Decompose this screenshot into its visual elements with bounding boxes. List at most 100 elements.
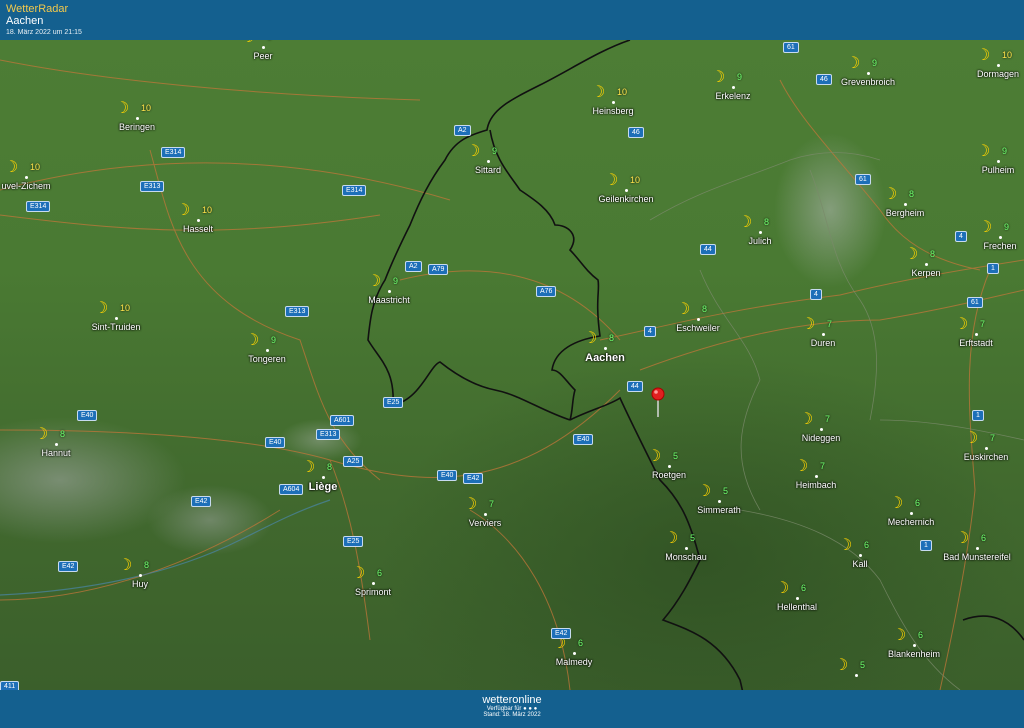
road-shield: E314 xyxy=(342,185,367,196)
city-label[interactable]: Maastricht xyxy=(368,295,410,305)
city-dot xyxy=(697,318,700,321)
city-label[interactable]: Tongeren xyxy=(248,354,286,364)
road-shield: A25 xyxy=(343,456,364,467)
city-label[interactable]: Huy xyxy=(132,579,148,589)
city-label[interactable]: Kerpen xyxy=(911,268,940,278)
road-shield: E313 xyxy=(140,181,165,192)
temperature-label: 8 xyxy=(930,249,936,259)
city-label[interactable]: Mechernich xyxy=(888,517,935,527)
city-dot xyxy=(136,117,139,120)
city-label[interactable]: Duren xyxy=(811,338,836,348)
moon-icon: ☽ xyxy=(583,330,598,347)
city-dot xyxy=(999,236,1002,239)
temperature-label: 6 xyxy=(578,638,584,648)
moon-icon: ☽ xyxy=(775,580,790,597)
city-dot xyxy=(612,101,615,104)
city-label[interactable]: Sprimont xyxy=(355,587,391,597)
city-label[interactable]: Bad Munstereifel xyxy=(943,552,1011,562)
city-dot xyxy=(25,176,28,179)
city-label[interactable]: Monschau xyxy=(665,552,707,562)
city-label[interactable]: Heimbach xyxy=(796,480,837,490)
temperature-label: 8 xyxy=(609,333,615,343)
temperature-label: 6 xyxy=(981,533,987,543)
city-label[interactable]: Aachen xyxy=(585,352,625,364)
city-label[interactable]: Sittard xyxy=(475,165,501,175)
temperature-label: 9 xyxy=(1004,222,1010,232)
city-dot xyxy=(855,674,858,677)
brand-logo[interactable]: wetteronline xyxy=(0,694,1024,706)
city-dot xyxy=(604,347,607,350)
road-shield: E314 xyxy=(161,147,186,158)
app-header: WetterRadar Aachen 18. März 2022 um 21:1… xyxy=(0,0,1024,40)
app-title: WetterRadar xyxy=(6,3,69,15)
moon-icon: ☽ xyxy=(367,273,382,290)
moon-icon: ☽ xyxy=(118,557,133,574)
temperature-label: 6 xyxy=(377,568,383,578)
city-dot xyxy=(925,263,928,266)
city-label[interactable]: Malmedy xyxy=(556,657,593,667)
city-label[interactable]: Hannut xyxy=(41,448,70,458)
moon-icon: ☽ xyxy=(846,55,861,72)
city-label[interactable]: Liège xyxy=(309,481,338,493)
city-label[interactable]: Roetgen xyxy=(652,470,686,480)
city-dot xyxy=(197,219,200,222)
city-label[interactable]: Verviers xyxy=(469,518,502,528)
city-label[interactable]: Euskirchen xyxy=(964,452,1009,462)
moon-icon: ☽ xyxy=(664,530,679,547)
moon-icon: ☽ xyxy=(794,458,809,475)
moon-icon: ☽ xyxy=(964,430,979,447)
city-label[interactable]: Heinsberg xyxy=(592,106,633,116)
city-label[interactable]: Geilenkirchen xyxy=(598,194,653,204)
city-label[interactable]: Simmerath xyxy=(697,505,741,515)
city-dot xyxy=(115,317,118,320)
city-label[interactable]: Julich xyxy=(748,236,771,246)
city-label[interactable]: Dormagen xyxy=(977,69,1019,79)
temperature-label: 5 xyxy=(690,533,696,543)
moon-icon: ☽ xyxy=(466,143,481,160)
temperature-label: 10 xyxy=(30,162,41,172)
city-dot xyxy=(372,582,375,585)
moon-icon: ☽ xyxy=(976,143,991,160)
city-label[interactable]: Hellenthal xyxy=(777,602,817,612)
city-dot xyxy=(718,500,721,503)
road-shield: E313 xyxy=(316,429,341,440)
weather-map[interactable]: ☽ 9 Peer ☽ 10 Beringen ☽ 10 uvel-Zichem ☽ 10 Hassel… xyxy=(0,40,1024,690)
temperature-label: 10 xyxy=(617,87,628,97)
road-shield: E40 xyxy=(573,434,594,445)
moon-icon: ☽ xyxy=(34,426,49,443)
city-label[interactable]: Frechen xyxy=(983,241,1016,251)
temperature-label: 6 xyxy=(864,540,870,550)
road-shield: A604 xyxy=(279,484,304,495)
temperature-label: 8 xyxy=(327,462,333,472)
temperature-label: 9 xyxy=(393,276,399,286)
temperature-label: 7 xyxy=(990,433,996,443)
road-shield: E25 xyxy=(383,397,404,408)
city-label[interactable]: Erkelenz xyxy=(715,91,750,101)
location-pin-icon[interactable] xyxy=(651,387,665,422)
city-label[interactable]: Sint-Truiden xyxy=(92,322,141,332)
city-dot xyxy=(997,64,1000,67)
map-lines xyxy=(0,40,1024,690)
city-label[interactable]: Kall xyxy=(852,559,867,569)
city-label[interactable]: Hasselt xyxy=(183,224,213,234)
city-dot xyxy=(625,189,628,192)
temperature-label: 7 xyxy=(489,499,495,509)
city-label[interactable]: Pulheim xyxy=(982,165,1015,175)
city-label[interactable]: Grevenbroich xyxy=(841,77,895,87)
road-shield: E25 xyxy=(343,536,364,547)
city-label[interactable]: Blankenheim xyxy=(888,649,940,659)
city-dot xyxy=(55,443,58,446)
city-label[interactable]: Peer xyxy=(253,51,272,61)
road-shield: 4 xyxy=(644,326,656,337)
city-label[interactable]: Nideggen xyxy=(802,433,841,443)
city-dot xyxy=(910,512,913,515)
city-dot xyxy=(732,86,735,89)
city-label[interactable]: Beringen xyxy=(119,122,155,132)
city-label[interactable]: uvel-Zichem xyxy=(1,181,50,191)
city-dot xyxy=(867,72,870,75)
moon-icon: ☽ xyxy=(889,495,904,512)
city-label[interactable]: Eschweiler xyxy=(676,323,720,333)
city-label[interactable]: Bergheim xyxy=(886,208,925,218)
city-label[interactable]: Erftstadt xyxy=(959,338,993,348)
moon-icon: ☽ xyxy=(955,530,970,547)
